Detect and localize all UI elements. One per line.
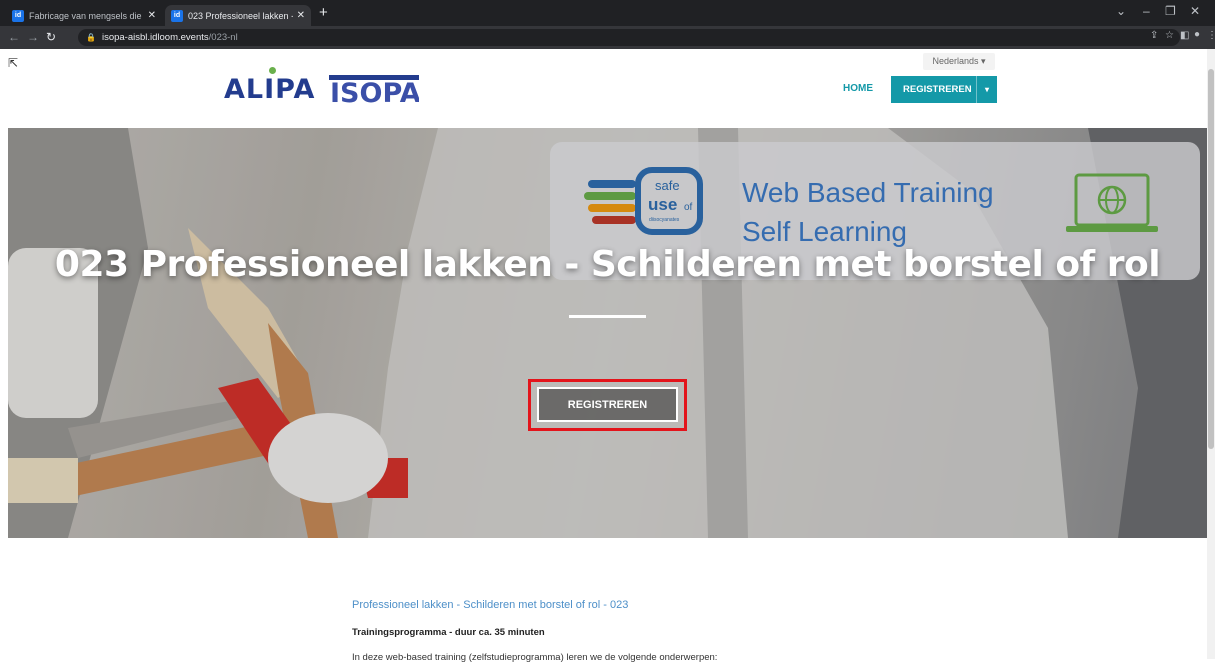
site-favicon-icon: id (171, 9, 183, 22)
address-bar[interactable]: 🔒 isopa-aisbl.idloom.events/023-nl (78, 29, 1180, 46)
browser-tab-bar: id Fabricage van mengsels die diiso ✕ id… (0, 0, 1215, 26)
nav-register-label: REGISTREREN (903, 84, 972, 95)
browser-tab[interactable]: id Fabricage van mengsels die diiso ✕ (6, 5, 162, 26)
scrollbar-thumb[interactable] (1208, 69, 1214, 449)
hero-background-image: safe use of diisocyanates Web Based Trai… (8, 128, 1207, 538)
new-tab-button[interactable]: + (319, 5, 328, 21)
course-description: In deze web-based training (zelfstudiepr… (352, 652, 718, 663)
minimize-icon[interactable]: – (1143, 4, 1150, 18)
isopa-logo-text: ISOPA (330, 78, 419, 105)
browser-toolbar: ← → ↻ 🔒 isopa-aisbl.idloom.events/023-nl… (0, 26, 1215, 49)
tab-title: 023 Professioneel lakken - Schild (188, 10, 293, 21)
language-selector[interactable]: Nederlands ▾ (923, 53, 995, 70)
hero-divider (569, 315, 646, 318)
url-host: isopa-aisbl.idloom.events (101, 32, 209, 43)
logo-dot-icon (269, 67, 276, 74)
course-subtitle: Trainingsprogramma - duur ca. 35 minuten (352, 627, 545, 638)
nav-home-link[interactable]: HOME (843, 83, 873, 94)
close-window-icon[interactable]: ✕ (1190, 4, 1200, 18)
bookmark-star-icon[interactable]: ☆ (1165, 30, 1174, 41)
sidepanel-icon[interactable]: ◧ (1180, 30, 1189, 41)
hero-register-button[interactable]: REGISTREREN (537, 387, 678, 422)
hero-banner: safe use of diisocyanates Web Based Trai… (8, 128, 1207, 538)
tab-search-icon[interactable]: ⌄ (1116, 4, 1126, 18)
nav-register-button[interactable]: REGISTREREN ▾ (891, 76, 997, 103)
close-tab-icon[interactable]: ✕ (148, 10, 156, 21)
course-title: Professioneel lakken - Schilderen met bo… (352, 599, 629, 611)
restore-icon[interactable]: ❐ (1165, 4, 1176, 18)
mouse-cursor-icon: ⇱ (8, 56, 19, 70)
alipa-logo[interactable]: ALIPA (224, 67, 315, 105)
share-icon[interactable]: ⇪ (1150, 30, 1158, 41)
tab-title: Fabricage van mengsels die diiso (29, 10, 144, 21)
hero-title: 023 Professioneel lakken - Schilderen me… (54, 244, 1161, 285)
dropdown-caret-icon[interactable]: ▾ (976, 76, 997, 103)
isopa-logo[interactable]: ISOPA (329, 74, 419, 105)
browser-tab-active[interactable]: id 023 Professioneel lakken - Schild ✕ (165, 5, 311, 26)
url-path: /023-nl (208, 32, 238, 43)
forward-icon[interactable]: → (27, 30, 39, 44)
page-scrollbar[interactable] (1207, 49, 1215, 659)
back-icon[interactable]: ← (8, 30, 20, 44)
menu-kebab-icon[interactable]: ⋮ (1207, 30, 1215, 41)
site-favicon-icon: id (12, 9, 24, 22)
lock-icon[interactable]: 🔒 (86, 33, 96, 42)
close-tab-icon[interactable]: ✕ (297, 10, 305, 21)
profile-avatar-icon[interactable]: ● (1194, 29, 1200, 40)
reload-icon[interactable]: ↻ (46, 30, 56, 44)
